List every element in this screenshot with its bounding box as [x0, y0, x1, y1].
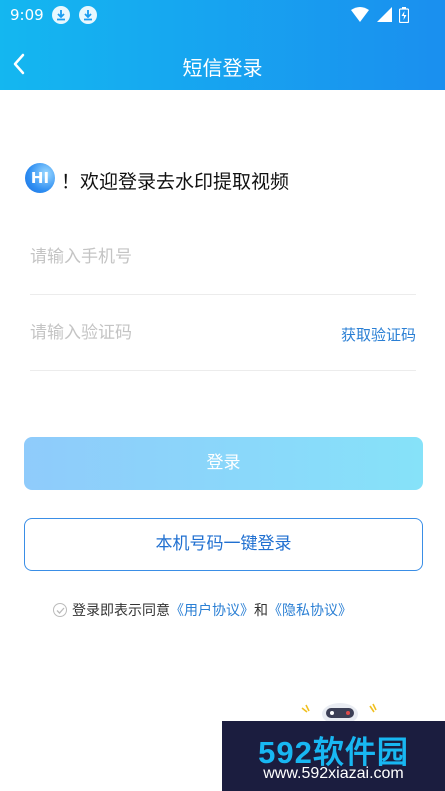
wifi-icon [350, 7, 369, 22]
get-code-button[interactable]: 获取验证码 [341, 324, 416, 345]
code-input[interactable] [30, 313, 290, 353]
hi-badge: HI [25, 163, 55, 193]
download-icon [52, 6, 70, 24]
system-icons [349, 7, 410, 27]
checkbox-icon[interactable] [53, 603, 67, 617]
agreement-conjunction: 和 [254, 603, 268, 619]
download-icon [79, 6, 97, 24]
page-title: 短信登录 [182, 56, 263, 80]
status-time: 9:09 [10, 6, 44, 24]
phone-field [30, 237, 416, 295]
one-click-login-button[interactable]: 本机号码一键登录 [24, 518, 423, 571]
agreement-row: 登录即表示同意《用户协议》和《隐私协议》 [53, 600, 352, 620]
signal-icon [376, 7, 392, 22]
watermark-url: www.592xiazai.com [263, 765, 404, 782]
agreement-prefix: 登录即表示同意 [72, 603, 170, 619]
battery-icon [398, 7, 410, 24]
welcome-text: ！欢迎登录去水印提取视频 [61, 171, 290, 193]
user-agreement-link[interactable]: 《用户协议》 [170, 603, 254, 619]
header-bar: 9:09 短信登录 [0, 0, 445, 90]
status-bar: 9:09 [0, 0, 445, 30]
login-button[interactable]: 登录 [24, 437, 423, 490]
phone-input[interactable] [30, 237, 290, 277]
code-field: 获取验证码 [30, 313, 416, 371]
site-watermark: 592软件园 www.592xiazai.com [222, 721, 445, 791]
privacy-agreement-link[interactable]: 《隐私协议》 [268, 603, 352, 619]
